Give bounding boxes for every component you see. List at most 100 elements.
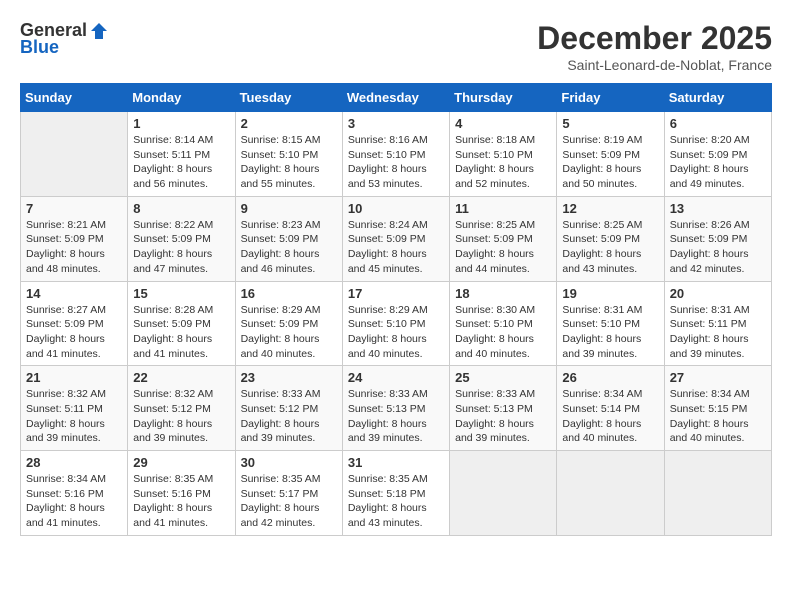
day-number: 17	[348, 286, 444, 301]
sunset-text: Sunset: 5:09 PM	[562, 232, 658, 247]
day-info: Sunrise: 8:27 AMSunset: 5:09 PMDaylight:…	[26, 303, 122, 362]
calendar-week-row: 1 Sunrise: 8:14 AMSunset: 5:11 PMDaylight…	[21, 112, 772, 197]
sunset-text: Sunset: 5:09 PM	[348, 232, 444, 247]
calendar-cell: 5Sunrise: 8:19 AMSunset: 5:09 PMDaylight…	[557, 112, 664, 197]
sunrise-text: Sunrise: 8:20 AM	[670, 133, 766, 148]
day-number: 30	[241, 455, 337, 470]
calendar-cell: 18 Sunrise: 8:30 AMSunset: 5:10 PMDayligh…	[450, 281, 557, 366]
sunrise-text: Sunrise: 8:31 AM	[562, 303, 658, 318]
sunrise-text: Sunrise: 8:32 AM	[26, 387, 122, 402]
sunset-text: Sunset: 5:09 PM	[670, 232, 766, 247]
daylight-text: Daylight: 8 hours and 40 minutes.	[670, 417, 766, 446]
day-number: 24	[348, 370, 444, 385]
day-info: Sunrise: 8:14 AMSunset: 5:11 PMDaylight:…	[133, 133, 229, 192]
day-info: Sunrise: 8:33 AMSunset: 5:13 PMDaylight:…	[455, 387, 551, 446]
month-title: December 2025	[537, 20, 772, 57]
sunset-text: Sunset: 5:09 PM	[133, 317, 229, 332]
col-header-saturday: Saturday	[664, 84, 771, 112]
day-info: Sunrise: 8:33 AMSunset: 5:13 PMDaylight:…	[348, 387, 444, 446]
daylight-text: Daylight: 8 hours and 43 minutes.	[562, 247, 658, 276]
day-info: Sunrise: 8:19 AMSunset: 5:09 PMDaylight:…	[562, 133, 658, 192]
daylight-text: Daylight: 8 hours and 39 minutes.	[133, 417, 229, 446]
daylight-text: Daylight: 8 hours and 42 minutes.	[241, 501, 337, 530]
sunset-text: Sunset: 5:14 PM	[562, 402, 658, 417]
calendar-cell: 12 Sunrise: 8:25 AMSunset: 5:09 PMDayligh…	[557, 196, 664, 281]
sunset-text: Sunset: 5:09 PM	[133, 232, 229, 247]
sunrise-text: Sunrise: 8:34 AM	[26, 472, 122, 487]
sunset-text: Sunset: 5:11 PM	[670, 317, 766, 332]
sunrise-text: Sunrise: 8:34 AM	[670, 387, 766, 402]
day-info: Sunrise: 8:31 AMSunset: 5:11 PMDaylight:…	[670, 303, 766, 362]
day-number: 28	[26, 455, 122, 470]
daylight-text: Daylight: 8 hours and 39 minutes.	[26, 417, 122, 446]
day-info: Sunrise: 8:21 AMSunset: 5:09 PMDaylight:…	[26, 218, 122, 277]
day-info: Sunrise: 8:18 AMSunset: 5:10 PMDaylight:…	[455, 133, 551, 192]
calendar-cell: 25Sunrise: 8:33 AMSunset: 5:13 PMDayligh…	[450, 366, 557, 451]
day-number: 1	[133, 116, 229, 131]
daylight-text: Daylight: 8 hours and 55 minutes.	[241, 162, 337, 191]
day-number: 18	[455, 286, 551, 301]
calendar-table: SundayMondayTuesdayWednesdayThursdayFrid…	[20, 83, 772, 536]
sunrise-text: Sunrise: 8:21 AM	[26, 218, 122, 233]
sunset-text: Sunset: 5:12 PM	[241, 402, 337, 417]
day-number: 12	[562, 201, 658, 216]
sunset-text: Sunset: 5:10 PM	[455, 148, 551, 163]
sunset-text: Sunset: 5:15 PM	[670, 402, 766, 417]
daylight-text: Daylight: 8 hours and 39 minutes.	[455, 417, 551, 446]
day-number: 19	[562, 286, 658, 301]
calendar-cell: 17Sunrise: 8:29 AMSunset: 5:10 PMDayligh…	[342, 281, 449, 366]
calendar-cell: 21Sunrise: 8:32 AMSunset: 5:11 PMDayligh…	[21, 366, 128, 451]
daylight-text: Daylight: 8 hours and 40 minutes.	[348, 332, 444, 361]
sunrise-text: Sunrise: 8:35 AM	[348, 472, 444, 487]
sunrise-text: Sunrise: 8:30 AM	[455, 303, 551, 318]
sunrise-text: Sunrise: 8:33 AM	[348, 387, 444, 402]
sunrise-text: Sunrise: 8:32 AM	[133, 387, 229, 402]
sunrise-text: Sunrise: 8:15 AM	[241, 133, 337, 148]
sunrise-text: Sunrise: 8:34 AM	[562, 387, 658, 402]
sunrise-text: Sunrise: 8:35 AM	[241, 472, 337, 487]
col-header-sunday: Sunday	[21, 84, 128, 112]
day-info: Sunrise: 8:20 AMSunset: 5:09 PMDaylight:…	[670, 133, 766, 192]
day-info: Sunrise: 8:34 AMSunset: 5:16 PMDaylight:…	[26, 472, 122, 531]
sunset-text: Sunset: 5:09 PM	[241, 232, 337, 247]
sunrise-text: Sunrise: 8:25 AM	[562, 218, 658, 233]
daylight-text: Daylight: 8 hours and 47 minutes.	[133, 247, 229, 276]
col-header-monday: Monday	[128, 84, 235, 112]
sunrise-text: Sunrise: 8:14 AM	[133, 133, 229, 148]
day-number: 2	[241, 116, 337, 131]
calendar-header-row: SundayMondayTuesdayWednesdayThursdayFrid…	[21, 84, 772, 112]
sunrise-text: Sunrise: 8:18 AM	[455, 133, 551, 148]
day-number: 14	[26, 286, 122, 301]
day-info: Sunrise: 8:31 AMSunset: 5:10 PMDaylight:…	[562, 303, 658, 362]
sunset-text: Sunset: 5:16 PM	[26, 487, 122, 502]
calendar-cell: 22Sunrise: 8:32 AMSunset: 5:12 PMDayligh…	[128, 366, 235, 451]
day-number: 4	[455, 116, 551, 131]
daylight-text: Daylight: 8 hours and 41 minutes.	[133, 332, 229, 361]
calendar-cell	[21, 112, 128, 197]
calendar-cell: 27Sunrise: 8:34 AMSunset: 5:15 PMDayligh…	[664, 366, 771, 451]
day-number: 16	[241, 286, 337, 301]
sunrise-text: Sunrise: 8:33 AM	[241, 387, 337, 402]
calendar-cell: 30Sunrise: 8:35 AMSunset: 5:17 PMDayligh…	[235, 451, 342, 536]
daylight-text: Daylight: 8 hours and 44 minutes.	[455, 247, 551, 276]
calendar-cell	[664, 451, 771, 536]
daylight-text: Daylight: 8 hours and 40 minutes.	[455, 332, 551, 361]
day-info: Sunrise: 8:30 AMSunset: 5:10 PMDaylight:…	[455, 303, 551, 362]
day-number: 15	[133, 286, 229, 301]
day-info: Sunrise: 8:25 AMSunset: 5:09 PMDaylight:…	[455, 218, 551, 277]
calendar-cell: 13Sunrise: 8:26 AMSunset: 5:09 PMDayligh…	[664, 196, 771, 281]
day-number: 6	[670, 116, 766, 131]
calendar-cell: 8Sunrise: 8:22 AMSunset: 5:09 PMDaylight…	[128, 196, 235, 281]
calendar-cell: 4 Sunrise: 8:18 AMSunset: 5:10 PMDaylight…	[450, 112, 557, 197]
day-info: Sunrise: 8:32 AMSunset: 5:12 PMDaylight:…	[133, 387, 229, 446]
daylight-text: Daylight: 8 hours and 45 minutes.	[348, 247, 444, 276]
sunset-text: Sunset: 5:10 PM	[455, 317, 551, 332]
day-number: 11	[455, 201, 551, 216]
daylight-text: Daylight: 8 hours and 41 minutes.	[26, 332, 122, 361]
daylight-text: Daylight: 8 hours and 39 minutes.	[241, 417, 337, 446]
sunrise-text: Sunrise: 8:33 AM	[455, 387, 551, 402]
calendar-cell: 29Sunrise: 8:35 AMSunset: 5:16 PMDayligh…	[128, 451, 235, 536]
day-number: 29	[133, 455, 229, 470]
calendar-week-row: 28Sunrise: 8:34 AMSunset: 5:16 PMDayligh…	[21, 451, 772, 536]
daylight-text: Daylight: 8 hours and 41 minutes.	[26, 501, 122, 530]
